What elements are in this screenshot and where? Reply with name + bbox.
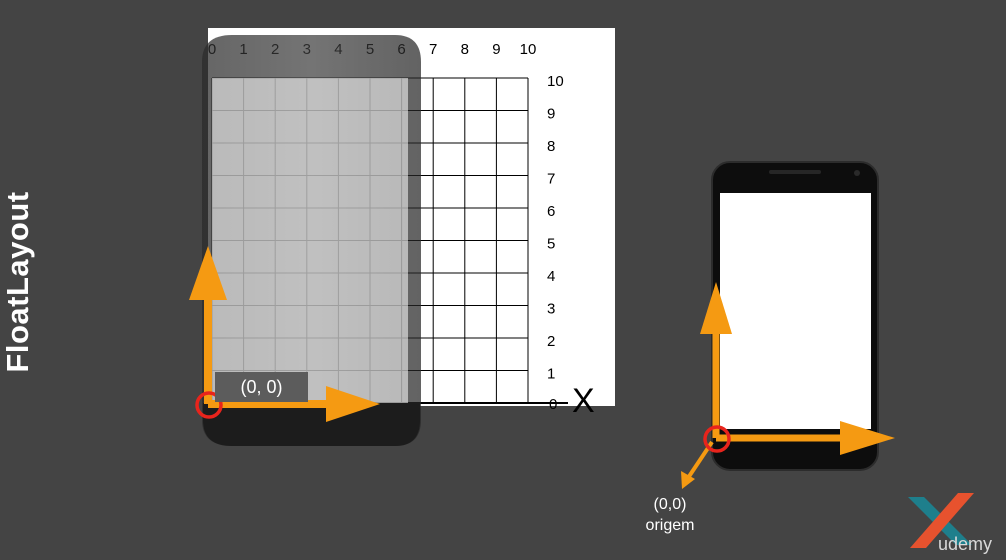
right-phone-speaker: [769, 170, 821, 174]
y-tick-label: 10: [547, 73, 564, 90]
y-tick-label: 7: [547, 171, 555, 188]
y-zero-label: 0: [549, 396, 557, 413]
x-axis-letter: X: [572, 382, 595, 420]
right-origin-coord: (0,0): [653, 496, 687, 513]
y-tick-label: 3: [547, 301, 555, 318]
right-phone-screen: [720, 193, 871, 429]
y-tick-label: 4: [547, 268, 555, 285]
left-phone-bottom-bezel: [203, 403, 420, 446]
y-tick-label: 1: [547, 366, 555, 383]
diagram-canvas: 012345678910 12345678910 0 X: [189, 28, 974, 548]
brand-name: udemy: [938, 534, 993, 554]
x-tick-label: 9: [492, 41, 500, 58]
right-origin-caption: origem: [645, 517, 695, 534]
x-tick-label: 8: [461, 41, 469, 58]
left-origin-coord-label: (0, 0): [215, 372, 308, 402]
y-tick-label: 9: [547, 106, 555, 123]
x-tick-label: 7: [429, 41, 437, 58]
side-title: FloatLayout: [0, 191, 35, 373]
x-tick-label: 10: [520, 41, 537, 58]
right-phone-camera: [854, 170, 860, 176]
slide: 012345678910 12345678910 0 X: [0, 0, 1006, 560]
left-phone-screen: [212, 78, 408, 403]
right-origin-label: (0,0) origem: [620, 494, 720, 536]
y-tick-label: 6: [547, 203, 555, 220]
right-phone: [711, 161, 879, 471]
y-tick-label: 5: [547, 236, 555, 253]
y-tick-label: 2: [547, 333, 555, 350]
y-tick-label: 8: [547, 138, 555, 155]
